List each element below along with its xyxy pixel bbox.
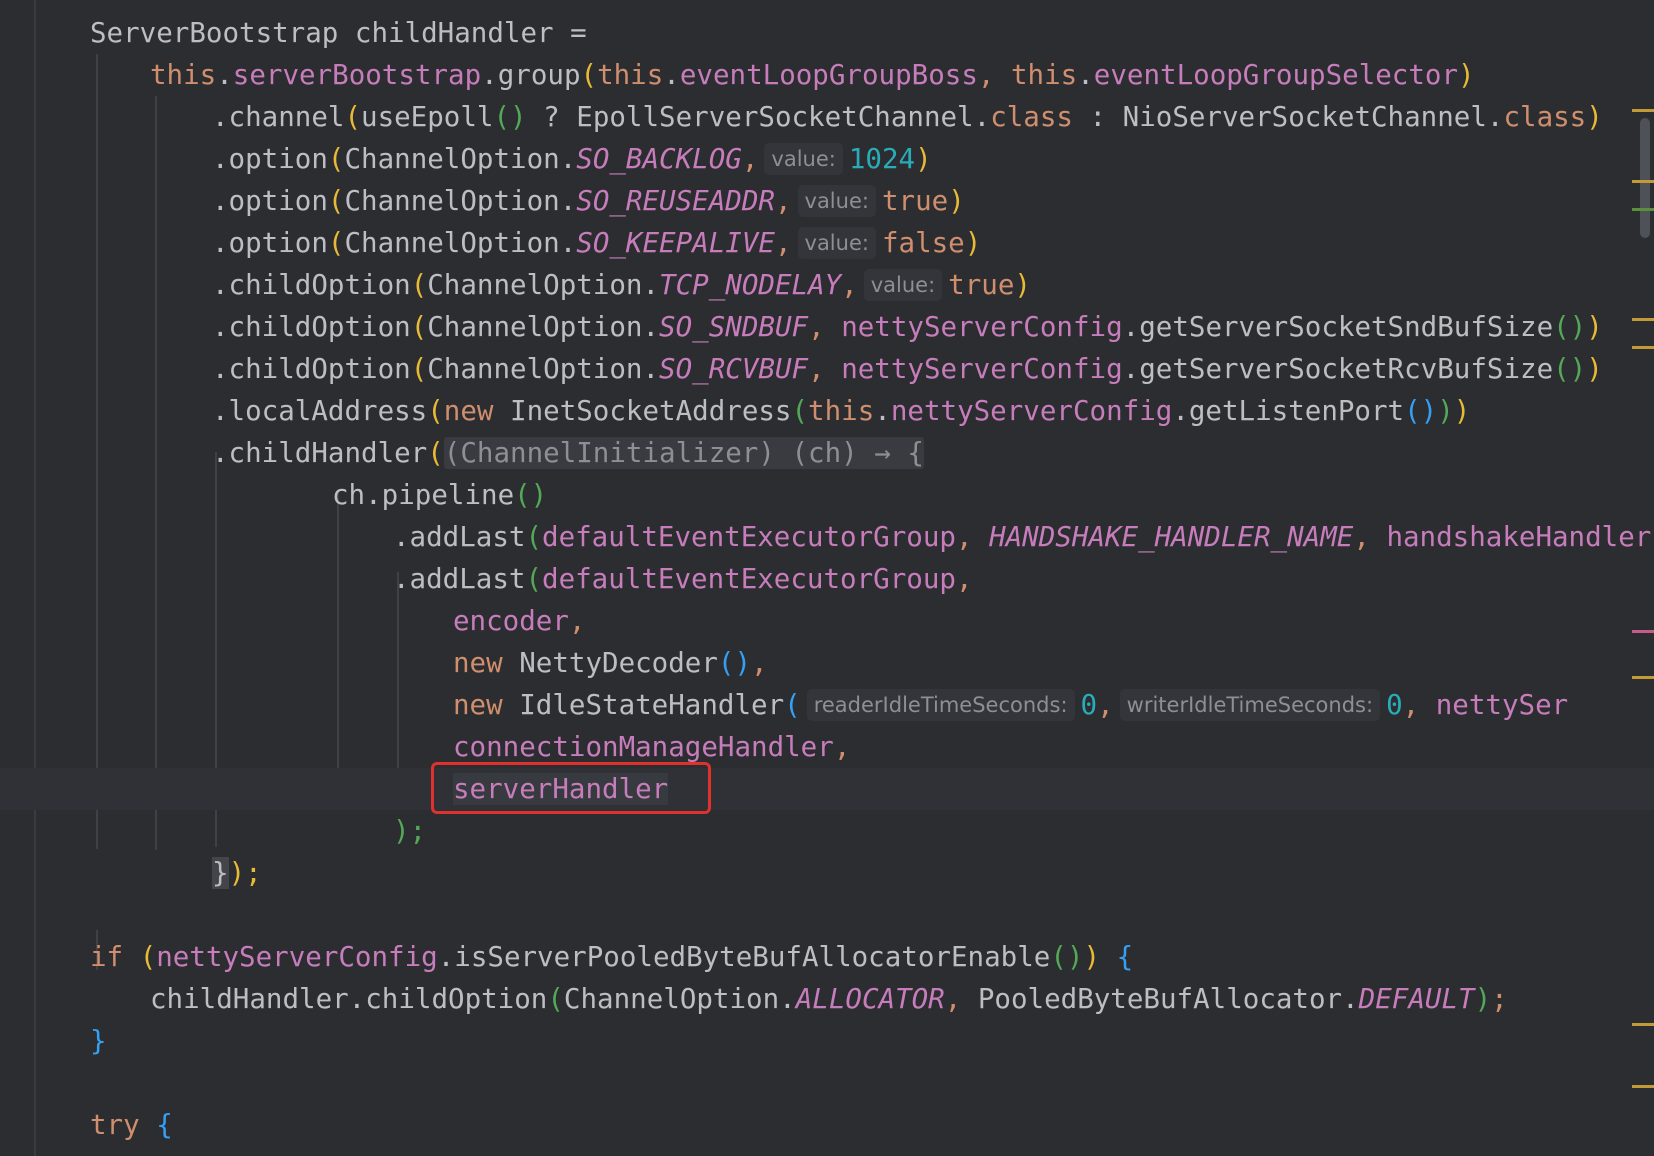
warning-stripe-marker[interactable] — [1632, 676, 1654, 679]
code-line[interactable]: ServerBootstrap childHandler = — [0, 12, 1654, 54]
code-line[interactable]: .childOption(ChannelOption.TCP_NODELAY, v… — [0, 264, 1654, 306]
code-line[interactable]: new NettyDecoder(), — [0, 642, 1654, 684]
code-line[interactable]: connectionManageHandler, — [0, 726, 1654, 768]
current-code-line[interactable]: serverHandler — [0, 768, 1654, 810]
error-stripe-marker[interactable] — [1632, 630, 1654, 633]
code-line[interactable]: .option(ChannelOption.SO_BACKLOG, value: 1… — [0, 138, 1654, 180]
warning-stripe-marker[interactable] — [1632, 1023, 1654, 1026]
code-line[interactable]: } — [0, 1020, 1654, 1062]
parameter-hint: readerIdleTimeSeconds: — [806, 689, 1075, 721]
code-line[interactable]: childHandler.childOption(ChannelOption.A… — [0, 978, 1654, 1020]
code-line[interactable]: }); — [0, 852, 1654, 894]
code-line[interactable]: .channel(useEpoll() ? EpollServerSocketC… — [0, 96, 1654, 138]
code-line[interactable]: .localAddress(new InetSocketAddress(this… — [0, 390, 1654, 432]
code-line[interactable]: try { — [0, 1104, 1654, 1146]
warning-stripe-marker[interactable] — [1632, 109, 1654, 112]
lambda-fold[interactable]: (ChannelInitializer) (ch) → { — [443, 437, 924, 469]
code-line[interactable]: this.serverBootstrap.group(this.eventLoo… — [0, 54, 1654, 96]
code-line[interactable]: .childHandler((ChannelInitializer) (ch) … — [0, 432, 1654, 474]
parameter-hint: value: — [797, 185, 876, 217]
annotation-highlight-box — [431, 762, 711, 814]
code-line[interactable]: if (nettyServerConfig.isServerPooledByte… — [0, 936, 1654, 978]
code-line[interactable]: .childOption(ChannelOption.SO_RCVBUF, ne… — [0, 348, 1654, 390]
code-line[interactable] — [0, 1062, 1654, 1104]
code-line[interactable]: ch.pipeline() — [0, 474, 1654, 516]
code-editor[interactable]: ServerBootstrap childHandler = this.serv… — [0, 0, 1654, 1156]
code-line[interactable]: new IdleStateHandler(readerIdleTimeSecon… — [0, 684, 1654, 726]
warning-stripe-marker[interactable] — [1632, 318, 1654, 321]
warning-stripe-marker[interactable] — [1632, 180, 1654, 183]
parameter-hint: writerIdleTimeSeconds: — [1119, 689, 1381, 721]
code-line[interactable]: .childOption(ChannelOption.SO_SNDBUF, ne… — [0, 306, 1654, 348]
parameter-hint: value: — [764, 143, 843, 175]
code-line[interactable] — [0, 894, 1654, 936]
code-line[interactable]: .option(ChannelOption.SO_REUSEADDR, value… — [0, 180, 1654, 222]
code-line[interactable]: .option(ChannelOption.SO_KEEPALIVE, value… — [0, 222, 1654, 264]
code-line[interactable]: ); — [0, 810, 1654, 852]
vertical-scrollbar[interactable] — [1640, 118, 1650, 238]
code-line[interactable]: encoder, — [0, 600, 1654, 642]
warning-stripe-marker[interactable] — [1632, 1085, 1654, 1088]
code-line[interactable]: .addLast(defaultEventExecutorGroup, — [0, 558, 1654, 600]
parameter-hint: value: — [797, 227, 876, 259]
code-line[interactable]: .addLast(defaultEventExecutorGroup, HAND… — [0, 516, 1654, 558]
change-stripe-marker[interactable] — [1632, 208, 1654, 211]
code-area[interactable]: ServerBootstrap childHandler = this.serv… — [0, 12, 1654, 1146]
warning-stripe-marker[interactable] — [1632, 346, 1654, 349]
parameter-hint: value: — [863, 269, 943, 301]
